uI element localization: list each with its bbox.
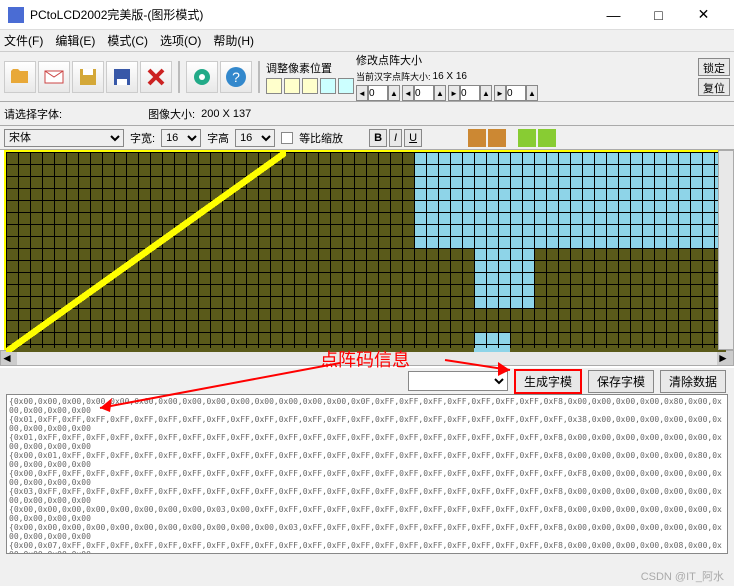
divider (258, 61, 260, 93)
menu-bar: 文件(F) 编辑(E) 模式(C) 选项(O) 帮助(H) (0, 30, 734, 52)
image-size-value: 200 X 137 (201, 108, 251, 120)
spin-c[interactable]: ►▲ (448, 85, 492, 101)
image-size-label: 图像大小: (148, 106, 195, 122)
divider (178, 61, 180, 93)
pixel-canvas-area: ◄► (0, 150, 734, 368)
window-title: PCtoLCD2002完美版-(图形模式) (30, 6, 591, 23)
generate-button[interactable]: 生成字模 (514, 369, 582, 394)
disk-icon[interactable] (106, 61, 138, 93)
matrix-size-group: 修改点阵大小 当前汉字点阵大小: 16 X 16 ◄▲ ◄▲ ►▲ ►▲ (356, 52, 538, 101)
menu-options[interactable]: 选项(O) (160, 32, 201, 49)
charw-select[interactable]: 16 (161, 129, 201, 147)
save-font-button[interactable]: 保存字模 (588, 370, 654, 393)
charw-label: 字宽: (130, 130, 155, 146)
spin-b[interactable]: ◄▲ (402, 85, 446, 101)
lock-button[interactable]: 锁定 (698, 58, 730, 76)
svg-text:?: ? (232, 69, 240, 85)
rotate-icon[interactable] (468, 129, 486, 147)
mirror-icon[interactable] (538, 129, 556, 147)
flip-v-icon[interactable] (518, 129, 536, 147)
font-label: 请选择字体: (4, 106, 62, 122)
horizontal-scrollbar[interactable]: ◄► (0, 350, 734, 366)
spin-d[interactable]: ►▲ (494, 85, 538, 101)
center-icon[interactable] (338, 78, 354, 94)
current-size-label: 当前汉字点阵大小: (356, 70, 431, 83)
menu-file[interactable]: 文件(F) (4, 32, 43, 49)
diagonal-line (6, 152, 286, 352)
pixel-position-group: 调整像素位置 (266, 60, 354, 94)
spin-a[interactable]: ◄▲ (356, 85, 400, 101)
minimize-button[interactable]: — (591, 0, 636, 30)
move-down-icon[interactable] (320, 78, 336, 94)
input-combo[interactable] (408, 371, 508, 391)
menu-help[interactable]: 帮助(H) (213, 32, 254, 49)
envelope-icon[interactable] (38, 61, 70, 93)
underline-button[interactable]: U (404, 129, 422, 147)
menu-mode[interactable]: 模式(C) (107, 32, 148, 49)
open-icon[interactable] (4, 61, 36, 93)
menu-edit[interactable]: 编辑(E) (55, 32, 95, 49)
scale-label: 等比缩放 (299, 130, 343, 146)
size-display: 16 X 16 (433, 71, 467, 82)
watermark: CSDN @IT_阿水 (641, 568, 724, 584)
pixel-pos-label: 调整像素位置 (266, 60, 354, 76)
bold-button[interactable]: B (369, 129, 387, 147)
font-row: 宋体 字宽: 16 字高 16 等比缩放 B I U (0, 126, 734, 150)
pixel-grid[interactable] (4, 150, 724, 350)
move-left-icon[interactable] (266, 78, 282, 94)
delete-icon[interactable] (140, 61, 172, 93)
properties-row: 请选择字体: 图像大小: 200 X 137 (0, 102, 734, 126)
flip-h-icon[interactable] (488, 129, 506, 147)
move-up-icon[interactable] (302, 78, 318, 94)
scale-checkbox[interactable] (281, 132, 293, 144)
italic-button[interactable]: I (389, 129, 402, 147)
matrix-size-label: 修改点阵大小 (356, 52, 538, 68)
charh-select[interactable]: 16 (235, 129, 275, 147)
clear-button[interactable]: 清除数据 (660, 370, 726, 393)
toolbar: ? 调整像素位置 修改点阵大小 当前汉字点阵大小: 16 X 16 ◄▲ ◄▲ … (0, 52, 734, 102)
action-row: 生成字模 保存字模 清除数据 (0, 368, 734, 394)
reset-button[interactable]: 复位 (698, 78, 730, 96)
maximize-button[interactable]: □ (636, 0, 681, 30)
vertical-scrollbar[interactable] (718, 150, 734, 350)
save-icon[interactable] (72, 61, 104, 93)
font-select[interactable]: 宋体 (4, 129, 124, 147)
app-icon (8, 7, 24, 23)
hex-output[interactable]: {0x00,0x00,0x00,0x00,0x00,0x00,0x00,0x00… (6, 394, 728, 554)
gear-icon[interactable] (186, 61, 218, 93)
title-bar: PCtoLCD2002完美版-(图形模式) — □ ✕ (0, 0, 734, 30)
move-right-icon[interactable] (284, 78, 300, 94)
help-icon[interactable]: ? (220, 61, 252, 93)
charh-label: 字高 (207, 130, 229, 146)
close-button[interactable]: ✕ (681, 0, 726, 30)
